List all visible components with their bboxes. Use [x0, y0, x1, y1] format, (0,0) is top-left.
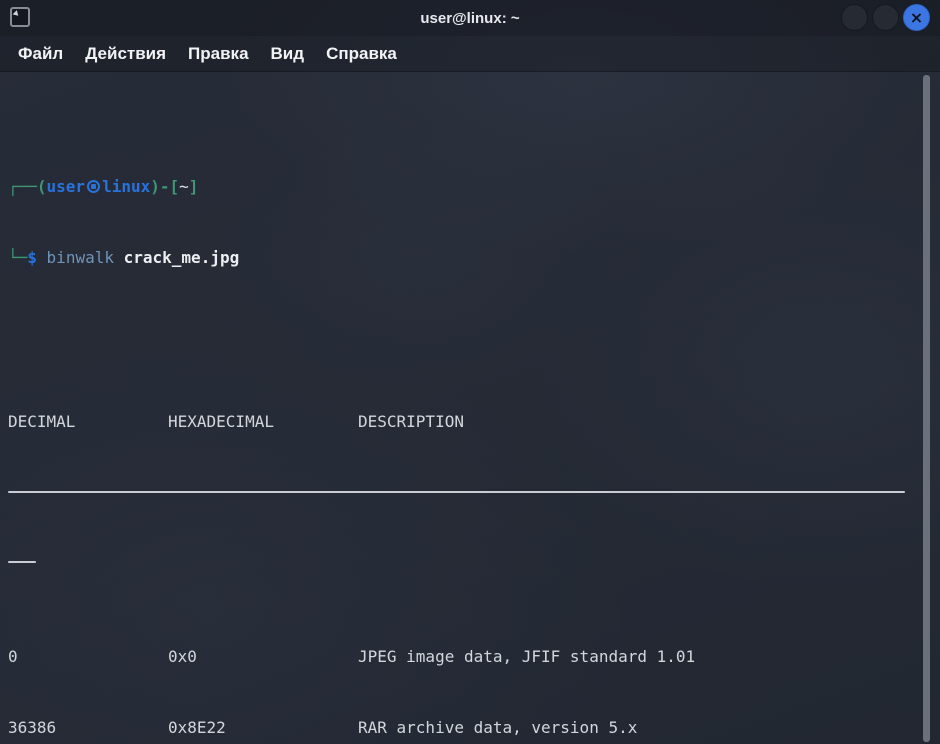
kali-at-icon — [87, 180, 100, 193]
command-line-1: └─$ binwalk crack_me.jpg — [8, 246, 914, 270]
header-decimal: DECIMAL — [8, 410, 168, 434]
menu-item-help[interactable]: Справка — [326, 44, 397, 64]
menu-bar: Файл Действия Правка Вид Справка — [0, 36, 940, 72]
terminal-app-icon — [10, 7, 30, 27]
window-controls: × — [841, 4, 930, 31]
scrollbar-thumb[interactable] — [923, 75, 930, 742]
terminal-window: user@linux: ~ × Файл Действия Правка Вид… — [0, 0, 940, 744]
scrollbar-track[interactable] — [922, 72, 940, 744]
table-row: 36386 0x8E22 RAR archive data, version 5… — [8, 716, 914, 740]
menu-item-view[interactable]: Вид — [271, 44, 305, 64]
command-file-arg: crack_me.jpg — [124, 248, 240, 267]
menu-item-file[interactable]: Файл — [18, 44, 63, 64]
separator-line — [8, 481, 914, 505]
command-program: binwalk — [47, 248, 114, 267]
maximize-button[interactable] — [872, 4, 899, 31]
window-title: user@linux: ~ — [0, 10, 940, 27]
menu-item-edit[interactable]: Правка — [188, 44, 248, 64]
menu-item-actions[interactable]: Действия — [85, 44, 166, 64]
prompt-line-1: ┌──(userlinux)-[~] — [8, 175, 914, 199]
header-description: DESCRIPTION — [358, 410, 914, 434]
close-icon: × — [910, 10, 923, 26]
header-hexadecimal: HEXADECIMAL — [168, 410, 358, 434]
minimize-button[interactable] — [841, 4, 868, 31]
close-button[interactable]: × — [903, 4, 930, 31]
separator-wrap — [8, 551, 914, 575]
terminal-viewport[interactable]: ┌──(userlinux)-[~] └─$ binwalk crack_me.… — [0, 72, 940, 744]
title-bar[interactable]: user@linux: ~ × — [0, 0, 940, 36]
binwalk-header-row: DECIMAL HEXADECIMAL DESCRIPTION — [8, 410, 914, 434]
blank-line — [8, 316, 914, 340]
table-row: 0 0x0 JPEG image data, JFIF standard 1.0… — [8, 645, 914, 669]
